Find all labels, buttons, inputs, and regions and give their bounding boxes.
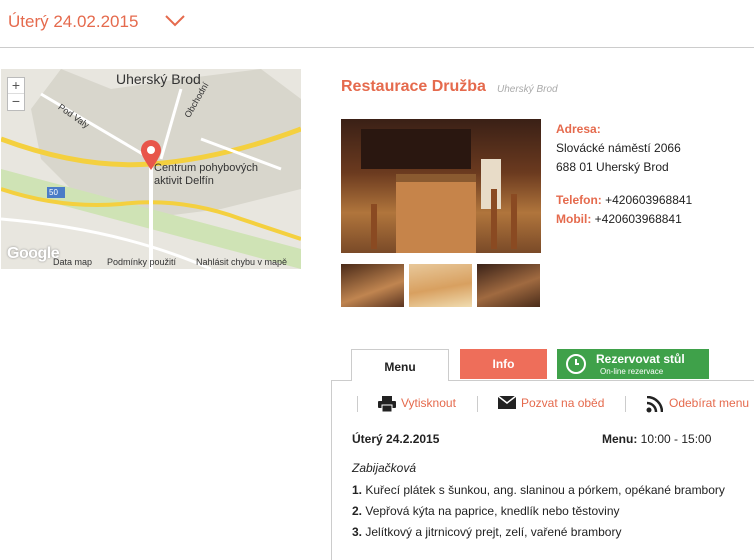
map-poi-label: aktivit Delfín	[154, 175, 214, 187]
chevron-down-icon[interactable]	[164, 12, 186, 30]
restaurant-city: Uherský Brod	[497, 84, 558, 95]
menu-hours: Menu: 10:00 - 15:00	[602, 432, 712, 446]
google-logo: Google	[7, 245, 60, 262]
zoom-in-button[interactable]: +	[8, 78, 24, 94]
divider	[477, 396, 478, 412]
map-data-link[interactable]: Data map	[53, 257, 92, 267]
list-item: 1. Kuřecí plátek s šunkou, ang. slaninou…	[352, 483, 725, 497]
reserve-sublabel: On-line rezervace	[600, 367, 664, 376]
tab-menu[interactable]: Menu	[351, 349, 449, 381]
photo-thumbnail[interactable]	[409, 264, 472, 307]
invite-link[interactable]: Pozvat na oběd	[521, 396, 604, 410]
map-terms-link[interactable]: Podmínky použití	[107, 257, 176, 267]
mobile-number[interactable]: +420603968841	[595, 212, 682, 226]
location-map[interactable]: + − Uherský Brod Pod Valy Obchodní 50 Ce…	[1, 69, 301, 269]
divider	[625, 396, 626, 412]
map-report-link[interactable]: Nahlásit chybu v mapě	[196, 257, 287, 267]
phone-number[interactable]: +420603968841	[605, 193, 692, 207]
address-line2: 688 01 Uherský Brod	[556, 160, 669, 174]
photo-thumbnail[interactable]	[477, 264, 540, 307]
mobile-row: Mobil: +420603968841	[556, 212, 682, 226]
date-label[interactable]: Úterý 24.02.2015	[8, 12, 138, 32]
map-poi-label: Centrum pohybových	[154, 162, 258, 174]
clock-icon	[566, 354, 586, 374]
mobile-label: Mobil:	[556, 212, 592, 226]
restaurant-name[interactable]: Restaurace Družba	[341, 78, 486, 96]
print-link[interactable]: Vytisknout	[401, 396, 456, 410]
reserve-label: Rezervovat stůl	[596, 352, 685, 366]
tab-info[interactable]: Info	[460, 349, 547, 379]
divider	[357, 396, 358, 412]
road-number-label: 50	[49, 188, 58, 197]
list-item: 2. Vepřová kýta na paprice, knedlík nebo…	[352, 504, 620, 518]
map-city-label: Uherský Brod	[116, 71, 201, 87]
rss-icon[interactable]	[646, 396, 663, 413]
subscribe-link[interactable]: Odebírat menu	[669, 396, 749, 410]
zoom-control: + −	[7, 77, 25, 111]
address-label: Adresa:	[556, 122, 601, 136]
bar-illustration	[361, 129, 517, 253]
menu-special: Zabijačková	[352, 461, 417, 475]
address-line1: Slovácké náměstí 2066	[556, 141, 681, 155]
phone-row: Telefon: +420603968841	[556, 193, 692, 207]
phone-label: Telefon:	[556, 193, 602, 207]
menu-day: Úterý 24.2.2015	[352, 432, 440, 446]
zoom-out-button[interactable]: −	[8, 94, 24, 110]
printer-icon[interactable]	[378, 396, 396, 412]
envelope-icon[interactable]	[498, 396, 516, 409]
reserve-table-button[interactable]: Rezervovat stůl On-line rezervace	[557, 349, 709, 379]
photo-thumbnail[interactable]	[341, 264, 404, 307]
date-bar: Úterý 24.02.2015	[0, 0, 754, 48]
restaurant-photo[interactable]	[341, 119, 541, 253]
list-item: 3. Jelítkový a jitrnicový prejt, zelí, v…	[352, 525, 622, 539]
